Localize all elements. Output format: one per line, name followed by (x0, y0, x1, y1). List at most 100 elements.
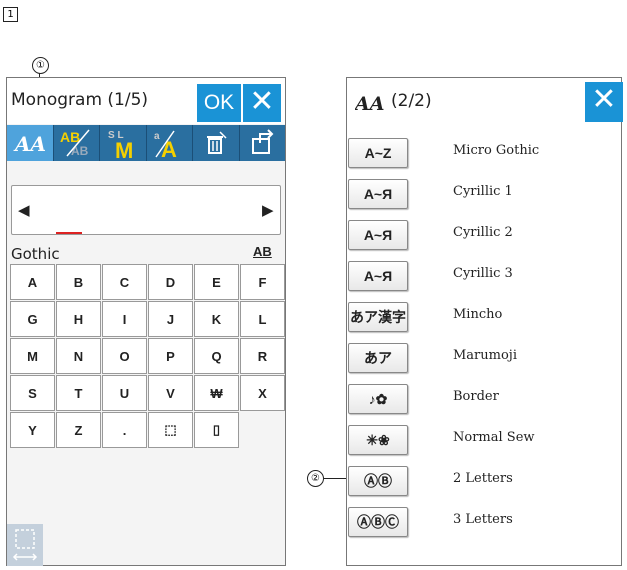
font-option[interactable]: A~Я Cyrillic 2 (347, 220, 621, 260)
key[interactable]: ▯ (194, 412, 239, 448)
font-option-label: Normal Sew (453, 430, 535, 445)
ab-style-icon: AB AB (60, 129, 90, 158)
font-option-label: Border (453, 389, 499, 404)
key[interactable]: M (10, 338, 55, 374)
save-button[interactable] (240, 125, 286, 161)
close-button[interactable]: ✕ (243, 84, 281, 122)
font-option-label: Cyrillic 3 (453, 266, 513, 281)
font-option-label: 2 Letters (453, 471, 513, 486)
font-option-label: Micro Gothic (453, 143, 540, 158)
font-option-label: Marumoji (453, 348, 517, 363)
font-title-bar: AA (2/2) ✕ (347, 78, 623, 126)
font-option-label: 3 Letters (453, 512, 513, 527)
font-select-panel: AA (2/2) ✕ A~Z Micro Gothic A~Я Cyrillic 1A… (346, 77, 623, 566)
svg-text:AA: AA (13, 132, 46, 156)
size-icon: S L M (108, 130, 133, 159)
key[interactable]: E (194, 264, 239, 300)
svg-text:AB: AB (60, 129, 80, 145)
toolbar: AA AB AB S L M a A (7, 125, 285, 161)
font-option-button[interactable]: ⒶⒷ (348, 466, 408, 496)
save-icon (252, 129, 274, 154)
key[interactable]: Y (10, 412, 55, 448)
font-option-button[interactable]: A~Я (348, 220, 408, 250)
selection-icon-glyph (12, 529, 38, 561)
cursor-right-button[interactable]: ▶ (262, 201, 274, 219)
font-option-label: Cyrillic 1 (453, 184, 513, 199)
delete-button[interactable] (193, 125, 240, 161)
case-toggle-button[interactable]: AB (253, 244, 272, 259)
key[interactable]: I (102, 301, 147, 337)
font-option[interactable]: ⒶⒷⒸ 3 Letters (347, 507, 621, 547)
key[interactable]: K (194, 301, 239, 337)
monogram-a-icon: a A (154, 130, 177, 159)
callout-1: ① (32, 57, 49, 74)
key[interactable]: X (240, 375, 285, 411)
font-title-icon: AA (355, 93, 384, 115)
key[interactable]: T (56, 375, 101, 411)
font-option[interactable]: A~Я Cyrillic 1 (347, 179, 621, 219)
font-option-button[interactable]: ♪✿ (348, 384, 408, 414)
font-name: Gothic (11, 245, 60, 263)
ab-style-button[interactable]: AB AB (54, 125, 100, 161)
key[interactable]: ⬚ (148, 412, 193, 448)
font-select-icon: AA (13, 132, 46, 156)
font-panel-title: (2/2) (391, 91, 432, 111)
key[interactable]: ₩ (194, 375, 239, 411)
svg-text:a: a (154, 131, 160, 142)
key[interactable]: F (240, 264, 285, 300)
font-option[interactable]: あア Marumoji (347, 343, 621, 383)
key[interactable]: N (56, 338, 101, 374)
key[interactable]: A (10, 264, 55, 300)
font-option[interactable]: ⒶⒷ 2 Letters (347, 466, 621, 506)
key[interactable]: R (240, 338, 285, 374)
font-option-label: Cyrillic 2 (453, 225, 513, 240)
font-option-button[interactable]: A~Я (348, 261, 408, 291)
font-option[interactable]: ♪✿ Border (347, 384, 621, 424)
key[interactable]: L (240, 301, 285, 337)
size-button[interactable]: S L M (100, 125, 147, 161)
key[interactable]: C (102, 264, 147, 300)
svg-text:M: M (115, 138, 133, 159)
delete-icon (206, 131, 227, 154)
svg-text:AA: AA (355, 93, 384, 115)
key[interactable]: H (56, 301, 101, 337)
key[interactable]: P (148, 338, 193, 374)
title-bar: Monogram (1/5) OK ✕ (7, 78, 285, 124)
panel-title: Monogram (1/5) (11, 90, 149, 110)
font-option-button[interactable]: ⒶⒷⒸ (348, 507, 408, 537)
font-option-button[interactable]: A~Z (348, 138, 408, 168)
callout-2: ② (307, 470, 324, 487)
ok-button[interactable]: OK (197, 84, 241, 122)
text-cursor (56, 232, 82, 234)
svg-text:AB: AB (71, 144, 89, 158)
font-option-button[interactable]: ✳❀ (348, 425, 408, 455)
key[interactable]: B (56, 264, 101, 300)
font-option-button[interactable]: あア (348, 343, 408, 373)
key[interactable]: Z (56, 412, 101, 448)
key[interactable]: S (10, 375, 55, 411)
monogram-panel: Monogram (1/5) OK ✕ AA AB AB S L M a A ◀… (6, 77, 286, 566)
key[interactable]: G (10, 301, 55, 337)
font-option-button[interactable]: あア漢字 (348, 302, 408, 332)
key[interactable]: . (102, 412, 147, 448)
key[interactable]: V (148, 375, 193, 411)
font-option-label: Mincho (453, 307, 503, 322)
font-option[interactable]: ✳❀ Normal Sew (347, 425, 621, 465)
cursor-left-button[interactable]: ◀ (18, 201, 30, 219)
monogram-a-button[interactable]: a A (147, 125, 193, 161)
font-option[interactable]: A~Z Micro Gothic (347, 138, 621, 178)
key[interactable]: J (148, 301, 193, 337)
text-input[interactable]: ◀ ▶ (11, 185, 281, 235)
keyboard: A B C D E F G H I J K L M N O P Q R S T U V ₩ X Y Z. ⬚ ▯ (10, 264, 285, 448)
selection-icon[interactable] (7, 524, 43, 566)
key[interactable]: O (102, 338, 147, 374)
font-option-button[interactable]: A~Я (348, 179, 408, 209)
key[interactable]: Q (194, 338, 239, 374)
key[interactable]: U (102, 375, 147, 411)
svg-text:A: A (161, 137, 177, 159)
key[interactable]: D (148, 264, 193, 300)
font-select-button[interactable]: AA (7, 125, 54, 161)
font-panel-close-button[interactable]: ✕ (585, 82, 623, 122)
font-option[interactable]: A~Я Cyrillic 3 (347, 261, 621, 301)
font-option[interactable]: あア漢字 Mincho (347, 302, 621, 342)
